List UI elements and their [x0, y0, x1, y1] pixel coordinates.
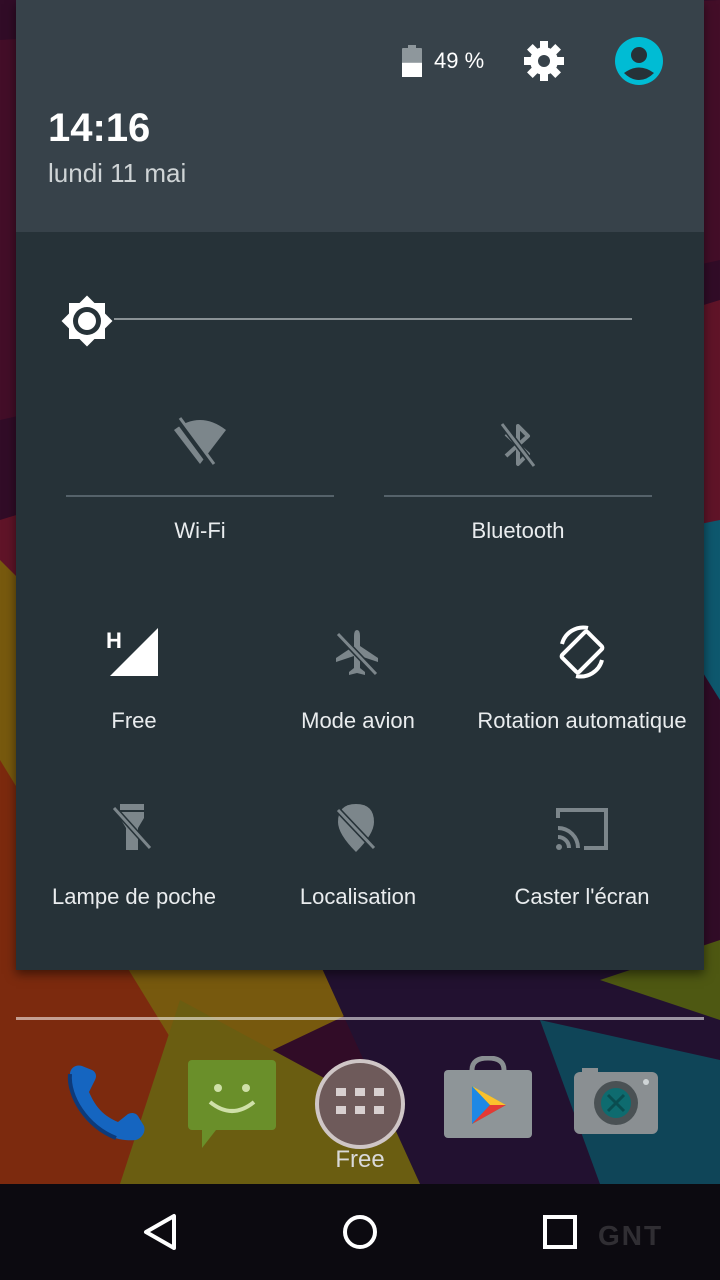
bluetooth-tile-divider	[384, 495, 652, 497]
camera-app-icon[interactable]	[572, 1066, 660, 1136]
location-off-icon[interactable]	[334, 802, 378, 854]
wifi-tile-label[interactable]: Wi-Fi	[100, 518, 300, 544]
battery-icon	[402, 45, 422, 82]
flashlight-off-icon[interactable]	[110, 802, 154, 852]
cast-icon[interactable]	[554, 806, 610, 852]
bluetooth-tile-label[interactable]: Bluetooth	[418, 518, 618, 544]
cast-tile-label[interactable]: Caster l'écran	[482, 884, 682, 910]
battery-percentage: 49 %	[434, 48, 485, 73]
watermark-logo: GNT	[598, 1220, 664, 1251]
airplane-tile-label[interactable]: Mode avion	[258, 708, 458, 734]
bluetooth-off-icon[interactable]	[498, 420, 538, 470]
dock-divider	[16, 1017, 704, 1020]
back-button[interactable]	[138, 1208, 186, 1256]
app-drawer-label: Free	[335, 1146, 385, 1173]
airplane-off-icon[interactable]	[332, 628, 382, 678]
home-button[interactable]	[336, 1208, 384, 1256]
cellular-signal-icon[interactable]: H	[104, 626, 160, 678]
flashlight-tile-label[interactable]: Lampe de poche	[24, 884, 244, 910]
quick-settings-header: 49 % 14:16 lundi 11 mai	[16, 0, 704, 232]
user-account-icon[interactable]	[614, 36, 664, 86]
brightness-icon[interactable]	[60, 294, 114, 348]
svg-text:H: H	[106, 628, 122, 653]
location-tile-label[interactable]: Localisation	[258, 884, 458, 910]
date: lundi 11 mai	[48, 158, 187, 188]
app-drawer-icon[interactable]	[314, 1058, 406, 1150]
settings-gear-icon[interactable]	[523, 40, 565, 82]
wifi-off-icon[interactable]	[172, 416, 228, 468]
wifi-tile-divider	[66, 495, 334, 497]
mobile-tile-label[interactable]: Free	[34, 708, 234, 734]
play-store-icon[interactable]	[442, 1055, 534, 1140]
quick-settings-panel: 49 % 14:16 lundi 11 mai Wi-Fi Bluetooth …	[16, 0, 704, 970]
brightness-slider[interactable]	[114, 318, 632, 320]
clock: 14:16	[48, 106, 151, 150]
phone-app-icon[interactable]	[56, 1056, 152, 1152]
recents-button[interactable]	[536, 1208, 584, 1256]
rotation-tile-label[interactable]: Rotation automatique	[462, 708, 702, 734]
screen-rotation-icon[interactable]	[554, 622, 610, 682]
messaging-app-icon[interactable]	[186, 1058, 278, 1150]
